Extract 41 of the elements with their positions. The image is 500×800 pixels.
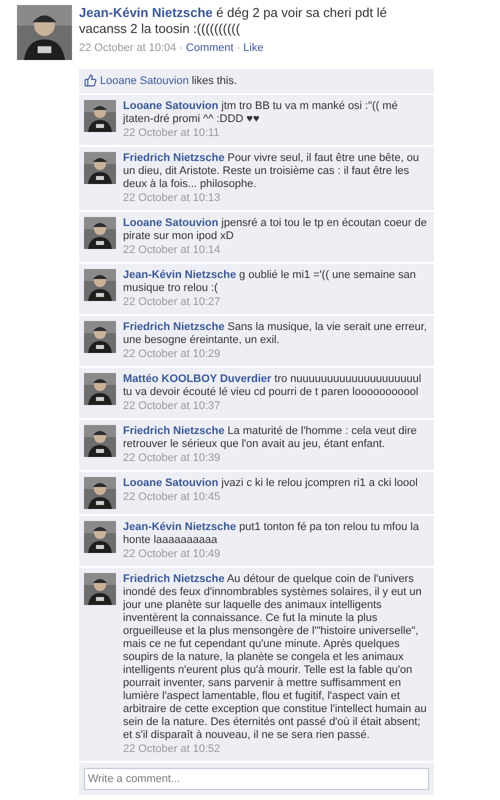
author-link[interactable]: Friedrich Nietzsche bbox=[123, 425, 224, 437]
comment-field[interactable]: Write a comment... bbox=[84, 768, 429, 790]
comment-text: Looane Satouvion jpensré a toi tou le tp en écoutan coeur de pirate sur mon ipod xD bbox=[123, 217, 428, 243]
thumbs-up-icon bbox=[84, 74, 97, 87]
separator: · bbox=[236, 42, 240, 54]
comment-time: 22 October at 10:27 bbox=[123, 296, 222, 309]
post-text: Jean-Kévin Nietzsche é dég 2 pa voir sa cheri pdt lé vacanss 2 la toosin :(((((((((( bbox=[79, 5, 388, 37]
comment-text: Friedrich Nietzsche Sans la musique, la vie serait une erreur, une besogne éreintante, un exil. bbox=[123, 321, 428, 347]
author-link[interactable]: Mattéo KOOLBOY Duverdier bbox=[123, 373, 272, 385]
comment-time: 22 October at 10:11 bbox=[123, 127, 220, 140]
comment-text: Mattéo KOOLBOY Duverdier tro nuuuuuuuuuuuuuuuuuuuul tu va devoir écouté lé vieu cd pourri de t paren looooooooool bbox=[123, 373, 422, 399]
comment-time: 22 October at 10:39 bbox=[123, 452, 222, 465]
action-link[interactable]: Comment bbox=[186, 42, 234, 54]
comment-time: 22 October at 10:13 bbox=[123, 192, 222, 205]
comment-text: Looane Satouvion jvazi c ki le relou jcompren ri1 a cki loool bbox=[123, 477, 419, 490]
comment-text: Jean-Kévin Nietzsche put1 tonton fé pa ton relou tu mfou la honte laaaaaaaaaa bbox=[123, 521, 420, 547]
comment-time: 22 October at 10:14 bbox=[123, 244, 222, 257]
comment-time: 22 October at 10:45 bbox=[123, 491, 222, 504]
comment-time: 22 October at 10:29 bbox=[123, 348, 222, 361]
comment-time: 22 October at 10:52 bbox=[123, 743, 222, 756]
author-link[interactable]: Jean-Kévin Nietzsche bbox=[123, 269, 236, 281]
separator: · bbox=[179, 42, 183, 54]
comment-time: 22 October at 10:49 bbox=[123, 548, 222, 561]
author-link[interactable]: Looane Satouvion bbox=[123, 100, 218, 112]
author-link[interactable]: Friedrich Nietzsche bbox=[123, 573, 224, 585]
comment-text: Friedrich Nietzsche La maturité de l'homme : cela veut dire retrouver le sérieux que l'on avait au jeu, étant enfant. bbox=[123, 425, 418, 451]
comment-text: Friedrich Nietzsche Pour vivre seul, il faut être une bête, ou un dieu, dit Aristote. Reste un troisième cas : il faut être les deux à la fois... philosophe. bbox=[123, 152, 420, 191]
author-link[interactable]: Friedrich Nietzsche bbox=[123, 152, 224, 164]
author-link[interactable]: Friedrich Nietzsche bbox=[123, 321, 224, 333]
author-link[interactable]: Looane Satouvion bbox=[123, 477, 218, 489]
comment-text: Jean-Kévin Nietzsche g oublié le mi1 ='(( une semaine san musique tro relou :( bbox=[123, 269, 417, 295]
post-time: 22 October at 10:04 bbox=[79, 42, 176, 54]
comment-text: Looane Satouvion jtm tro BB tu va m manké osi :"(( mé jtaten-dré promi ^^ :DDD ♥♥ bbox=[123, 100, 399, 126]
author-link[interactable]: Jean-Kévin Nietzsche bbox=[79, 5, 213, 20]
author-link[interactable]: Looane Satouvion bbox=[123, 217, 218, 229]
author-link[interactable]: Jean-Kévin Nietzsche bbox=[123, 521, 236, 533]
action-link[interactable]: Like bbox=[243, 42, 264, 54]
liker-link[interactable]: Looane Satouvion bbox=[100, 74, 189, 86]
likes-text: likes this. bbox=[192, 74, 237, 86]
comment-text: Friedrich Nietzsche Au détour de quelque coin de l'univers inondé des feux d'innombrables systèmes solaires, il y eut un jour une planète sur laquelle des animaux intelligents inventèrent la connaissance. Ce fut la minute la plus orgueilleuse et la plus mensongère de l'"histoire universelle", mais ce ne fut cependant qu'une minute. Après quelques soupirs de la nature, la planète se congela et les animaux intelligents n'eurent plus qu'à mourir. Telle est la fable qu'on pourrait inventer, sans parvenir à mettre suffisamment en lumière l'aspect lamentable, flou et fugitif, l'aspect vain et arbitraire de cette exception que constitue l'intellect humain au sein de la nature. Des éternités ont passé d'où il était absent; et s'il disparaît à nouveau, il ne se sera rien passé. bbox=[123, 573, 428, 742]
comment-time: 22 October at 10:37 bbox=[123, 400, 222, 413]
